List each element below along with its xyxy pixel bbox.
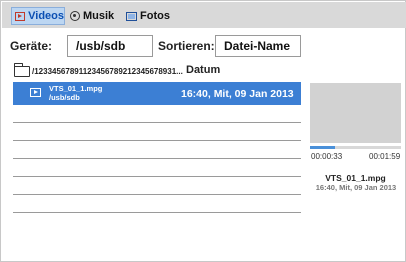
playback-progress-fill — [310, 146, 336, 149]
playback-progress[interactable] — [310, 146, 401, 149]
preview-file-date: 16:40, Mit, 09 Jan 2013 — [315, 183, 397, 192]
tab-musik-label: Musik — [83, 10, 115, 22]
photo-icon — [126, 11, 137, 21]
tab-fotos-label: Fotos — [140, 10, 170, 22]
play-icon — [30, 88, 41, 97]
empty-list-row — [13, 123, 301, 141]
total-time: 00:01:59 — [369, 152, 401, 161]
empty-list-row — [13, 105, 301, 123]
sort-select[interactable]: Datei-Name — [215, 35, 301, 57]
path-row[interactable]: /12334567891123456789212345678931... — [13, 62, 183, 78]
current-time: 00:00:33 — [311, 152, 343, 161]
empty-list-row — [13, 195, 301, 213]
tab-videos[interactable]: Videos — [11, 7, 65, 25]
folder-up-icon[interactable] — [13, 62, 30, 77]
media-type-tabbar: Videos Musik Fotos — [2, 2, 406, 28]
file-row[interactable]: VTS_01_1.mpg /usb/sdb 16:40, Mit, 09 Jan… — [13, 82, 301, 105]
media-browser-window: Videos Musik Fotos Geräte: /usb/sdb Sort… — [0, 0, 406, 262]
film-icon — [15, 11, 26, 21]
sort-label: Sortieren: — [158, 39, 215, 53]
device-select-value: /usb/sdb — [76, 39, 126, 53]
disc-icon — [70, 11, 80, 21]
video-preview[interactable] — [310, 83, 401, 143]
current-path: /12334567891123456789212345678931... — [32, 66, 183, 76]
empty-list-row — [13, 141, 301, 159]
device-label: Geräte: — [10, 39, 53, 53]
sort-select-value: Datei-Name — [224, 39, 291, 53]
file-name: VTS_01_1.mpg — [49, 84, 103, 93]
file-path: /usb/sdb — [49, 93, 80, 102]
empty-list-row — [13, 159, 301, 177]
tab-videos-label: Videos — [28, 10, 64, 22]
file-date: 16:40, Mit, 09 Jan 2013 — [181, 88, 294, 100]
empty-list-row — [13, 177, 301, 195]
tab-musik[interactable]: Musik — [70, 7, 114, 25]
date-column-header[interactable]: Datum — [186, 64, 220, 76]
preview-file-name: VTS_01_1.mpg — [325, 173, 386, 183]
device-select[interactable]: /usb/sdb — [67, 35, 153, 57]
tab-fotos[interactable]: Fotos — [126, 7, 170, 25]
